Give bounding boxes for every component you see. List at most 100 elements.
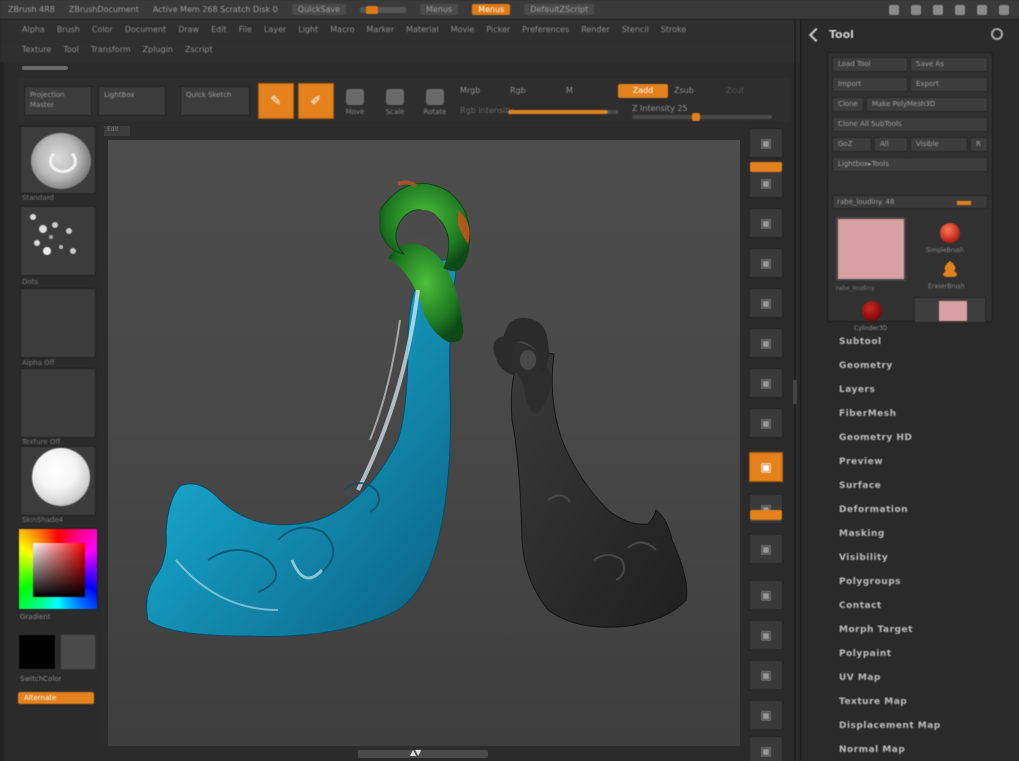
color-picker[interactable] <box>18 528 98 610</box>
secondary-color-swatch[interactable] <box>60 634 96 670</box>
menus-button[interactable]: Menus <box>420 4 459 15</box>
shelf-scale-button[interactable]: ▣ <box>749 620 783 650</box>
help-icon[interactable] <box>889 4 899 15</box>
subpalette-geometry-hd[interactable]: Geometry HD <box>839 426 1009 450</box>
quick-sketch-button[interactable]: Quick Sketch <box>180 86 250 116</box>
subpalette-morph-target[interactable]: Morph Target <box>839 618 1009 642</box>
shelf-frame-button[interactable]: ▣ <box>749 534 783 564</box>
menu-zplugin[interactable]: Zplugin <box>143 45 173 62</box>
edit-button[interactable]: ✎ <box>258 83 294 119</box>
shelf-rotate-button[interactable]: ▣ <box>749 660 783 690</box>
menu-light[interactable]: Light <box>298 25 318 34</box>
menu-stroke[interactable]: Stroke <box>661 25 687 34</box>
subpalette-normal-map[interactable]: Normal Map <box>839 738 1009 761</box>
import-button[interactable]: Import <box>832 77 908 92</box>
lock-icon[interactable] <box>955 4 965 15</box>
menu-layer[interactable]: Layer <box>264 25 286 34</box>
shelf-persp-button[interactable]: ▣ <box>749 368 783 398</box>
rotate-button[interactable]: Rotate <box>420 84 450 116</box>
frame-indicator[interactable] <box>750 510 782 520</box>
see-through-slider[interactable] <box>360 5 407 14</box>
scale-button[interactable]: Scale <box>380 84 410 116</box>
shelf-move-button[interactable]: ▣ <box>749 580 783 610</box>
subpalette-uv-map[interactable]: UV Map <box>839 666 1009 690</box>
cylinder-tool-icon[interactable] <box>862 301 882 321</box>
subpalette-masking[interactable]: Masking <box>839 522 1009 546</box>
bpr-indicator[interactable] <box>750 162 782 172</box>
menu-preferences[interactable]: Preferences <box>522 25 569 34</box>
make-polymesh-button[interactable]: Make PolyMesh3D <box>866 97 988 112</box>
texture-thumbnail[interactable] <box>20 368 96 438</box>
m-toggle[interactable]: M <box>566 86 573 95</box>
menu-material[interactable]: Material <box>406 25 439 34</box>
menu-render[interactable]: Render <box>581 25 609 34</box>
draw-button[interactable]: ✐ <box>298 83 334 119</box>
alternate-button[interactable]: Alternate <box>18 692 94 704</box>
menu-zscript[interactable]: Zscript <box>185 45 213 62</box>
subpalette-geometry[interactable]: Geometry <box>839 354 1009 378</box>
r-button[interactable]: R <box>970 137 988 152</box>
active-tool-slider[interactable]: rabe_loudiny. 48 <box>832 195 988 209</box>
subpalette-displacement-map[interactable]: Displacement Map <box>839 714 1009 738</box>
gear-icon[interactable] <box>991 28 1003 40</box>
canvas-scrollbar[interactable] <box>358 750 488 758</box>
document-canvas[interactable] <box>108 140 740 746</box>
subpalette-preview[interactable]: Preview <box>839 450 1009 474</box>
zsub-button[interactable]: Zsub <box>674 86 694 95</box>
shelf-zoom-button[interactable]: ▣ <box>749 248 783 278</box>
palette-icon[interactable] <box>933 4 943 15</box>
subpalette-polygroups[interactable]: Polygroups <box>839 570 1009 594</box>
menu-edit[interactable]: Edit <box>211 25 227 34</box>
export-button[interactable]: Export <box>910 77 988 92</box>
subpalette-subtool[interactable]: Subtool <box>839 330 1009 354</box>
goz-button[interactable]: GoZ <box>832 137 872 152</box>
blue-ram-sculpture[interactable] <box>146 180 471 637</box>
menu-document[interactable]: Document <box>125 25 166 34</box>
zcut-button[interactable]: Zcut <box>726 86 744 95</box>
load-tool-button[interactable]: Load Tool <box>832 57 908 72</box>
subpalette-layers[interactable]: Layers <box>839 378 1009 402</box>
clone-all-subtools-button[interactable]: Clone All SubTools <box>832 117 988 132</box>
menus-toggle[interactable]: Menus <box>472 4 511 15</box>
menu-alpha[interactable]: Alpha <box>22 25 45 34</box>
menu-texture[interactable]: Texture <box>22 45 51 62</box>
shelf-aahalf-button[interactable]: ▣ <box>749 328 783 358</box>
menu-transform[interactable]: Transform <box>91 45 131 62</box>
menu-stencil[interactable]: Stencil <box>622 25 649 34</box>
projection-master-button[interactable]: Projection Master <box>24 86 92 116</box>
eraser-brush-icon[interactable] <box>940 259 960 279</box>
clone-button[interactable]: Clone <box>832 97 864 112</box>
menu-brush[interactable]: Brush <box>57 25 80 34</box>
active-tool-thumbnail[interactable] <box>836 217 906 281</box>
shelf-actual-button[interactable]: ▣ <box>749 288 783 318</box>
zadd-button[interactable]: Zadd <box>618 84 668 98</box>
menu-color[interactable]: Color <box>92 25 113 34</box>
menu-file[interactable]: File <box>239 25 252 34</box>
subpalette-fibermesh[interactable]: FiberMesh <box>839 402 1009 426</box>
rgb-toggle[interactable]: Rgb <box>510 86 526 95</box>
subpalette-visibility[interactable]: Visibility <box>839 546 1009 570</box>
rgb-intensity-slider[interactable] <box>508 110 618 114</box>
simple-brush-icon[interactable] <box>940 223 960 243</box>
shelf-spix-3-button[interactable]: ▣ <box>749 168 783 198</box>
subpalette-deformation[interactable]: Deformation <box>839 498 1009 522</box>
lightbox-button[interactable]: LightBox <box>98 86 166 116</box>
main-color-swatch[interactable] <box>18 634 56 670</box>
save-as-button[interactable]: Save As <box>910 57 988 72</box>
subpalette-texture-map[interactable]: Texture Map <box>839 690 1009 714</box>
switch-color-button[interactable]: SwitchColor <box>20 675 61 683</box>
minimize-icon[interactable] <box>977 4 987 15</box>
shelf-floor-button[interactable]: ▣ <box>749 408 783 438</box>
polymesh-tool-tile[interactable] <box>914 297 986 323</box>
color-picker-square[interactable] <box>33 543 85 597</box>
shelf-bpr-button[interactable]: ▣ <box>749 128 783 158</box>
close-icon[interactable] <box>999 4 1009 15</box>
alpha-thumbnail[interactable] <box>20 288 96 358</box>
dark-ram-sculpture[interactable] <box>493 317 688 628</box>
shelf-scroll-button[interactable]: ▣ <box>749 208 783 238</box>
default-zscript-button[interactable]: DefaultZScript <box>524 4 595 15</box>
brush-thumbnail[interactable] <box>20 126 96 194</box>
shelf-transp-button[interactable]: ▣ <box>749 736 783 761</box>
visible-button[interactable]: Visible <box>910 137 968 152</box>
subpalette-polypaint[interactable]: Polypaint <box>839 642 1009 666</box>
